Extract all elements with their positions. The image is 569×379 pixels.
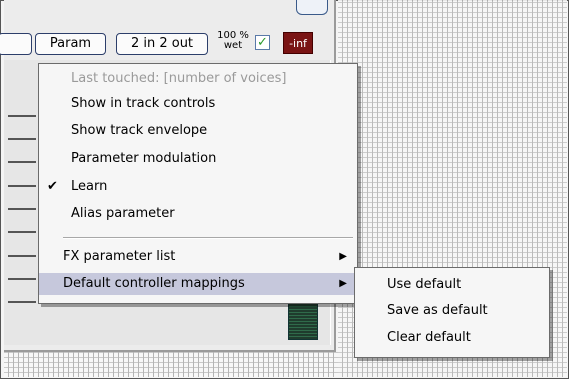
wet-knob[interactable]: 100 % wet xyxy=(215,31,251,51)
menu-item-fx-parameter-list[interactable]: FX parameter list ▶ xyxy=(39,246,355,268)
left-toolbar-button[interactable] xyxy=(0,33,32,55)
slider-scale xyxy=(8,115,38,315)
menu-item-label: Show in track controls xyxy=(71,96,216,111)
window-corner-control[interactable] xyxy=(296,0,328,15)
submenu-item-use-default[interactable]: Use default xyxy=(355,273,547,297)
io-routing-button[interactable]: 2 in 2 out xyxy=(116,33,208,55)
submenu-arrow-icon: ▶ xyxy=(339,278,347,289)
menu-header-last-touched: Last touched: [number of voices] xyxy=(71,71,287,86)
menu-item-show-in-track-controls[interactable]: Show in track controls xyxy=(39,93,355,115)
menu-item-alias-parameter[interactable]: Alias parameter xyxy=(39,203,355,225)
level-meter-graphic xyxy=(288,300,318,340)
wet-label: wet xyxy=(223,40,243,51)
menu-item-show-track-envelope[interactable]: Show track envelope xyxy=(39,120,355,142)
output-level-meter: -inf xyxy=(283,32,313,54)
parameter-context-menu: Last touched: [number of voices] Show in… xyxy=(38,63,358,304)
menu-item-label: Show track envelope xyxy=(71,123,208,138)
checkmark-icon: ✔ xyxy=(47,179,58,194)
menu-item-label: Default controller mappings xyxy=(63,276,245,291)
grid-background-bottom xyxy=(4,352,338,377)
param-button[interactable]: Param xyxy=(35,33,106,55)
menu-item-label: FX parameter list xyxy=(63,249,176,264)
default-mappings-submenu: Use default Save as default Clear defaul… xyxy=(354,267,550,358)
menu-item-label: Parameter modulation xyxy=(71,151,217,166)
menu-item-learn[interactable]: ✔ Learn xyxy=(39,176,355,198)
menu-item-parameter-modulation[interactable]: Parameter modulation xyxy=(39,148,355,170)
menu-item-label: Alias parameter xyxy=(71,206,175,221)
submenu-arrow-icon: ▶ xyxy=(339,251,347,262)
fx-enable-checkbox[interactable]: ✓ xyxy=(255,35,270,50)
menu-item-default-controller-mappings[interactable]: Default controller mappings ▶ xyxy=(39,273,355,295)
menu-item-label: Learn xyxy=(71,179,108,194)
submenu-item-save-as-default[interactable]: Save as default xyxy=(355,299,547,323)
menu-separator xyxy=(63,237,353,239)
submenu-item-clear-default[interactable]: Clear default xyxy=(355,326,547,350)
